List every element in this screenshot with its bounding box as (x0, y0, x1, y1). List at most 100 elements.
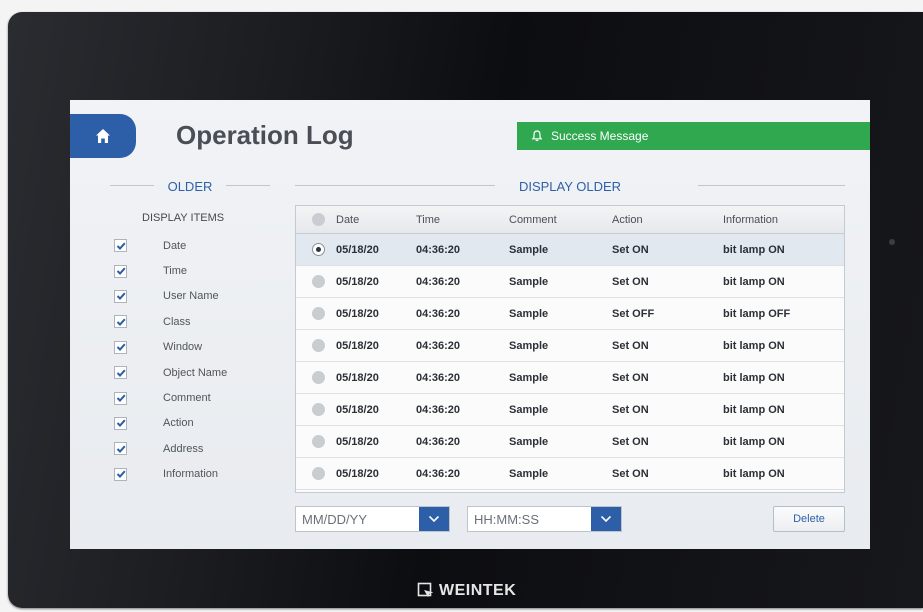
display-items-list: Date Time User Name Class Window Object … (114, 233, 304, 487)
brand-logo: WEINTEK (417, 579, 516, 603)
display-item-label: Object Name (163, 366, 228, 379)
checkbox-user-name[interactable] (114, 289, 127, 303)
display-item-label: Address (163, 442, 204, 455)
column-header-date: Date (336, 213, 360, 226)
display-item-class[interactable]: Class (114, 309, 304, 334)
check-icon (116, 267, 126, 276)
home-button[interactable] (70, 114, 136, 158)
time-filter-dropdown[interactable]: HH:MM:SS (467, 506, 622, 532)
checkbox-window[interactable] (114, 340, 127, 354)
cell-time: 04:36:20 (416, 339, 461, 352)
row-select-radio[interactable] (312, 371, 325, 384)
display-item-information[interactable]: Information (114, 462, 304, 487)
cell-action: Set ON (612, 403, 649, 416)
display-item-label: User Name (163, 290, 219, 303)
display-item-action[interactable]: Action (114, 411, 304, 436)
cell-time: 04:36:20 (416, 243, 461, 256)
cell-information: bit lamp ON (723, 403, 785, 416)
display-item-label: Time (163, 265, 188, 278)
delete-button[interactable]: Delete (773, 506, 845, 532)
row-select-radio[interactable] (312, 307, 325, 320)
table-row[interactable]: 05/18/20 04:36:20 Sample Set ON bit lamp… (296, 394, 844, 426)
camera-sensor (889, 239, 895, 245)
cell-action: Set ON (612, 435, 649, 448)
cell-action: Set ON (612, 339, 649, 352)
cell-time: 04:36:20 (416, 403, 461, 416)
display-item-window[interactable]: Window (114, 335, 304, 360)
checkbox-object-name[interactable] (114, 366, 127, 380)
display-item-label: Comment (163, 392, 211, 405)
checkbox-comment[interactable] (114, 391, 127, 405)
check-icon (116, 445, 126, 453)
success-message-text: Success Message (551, 129, 649, 143)
table-row[interactable]: 05/18/20 04:36:20 Sample Set OFF bit lam… (296, 298, 844, 330)
display-older-section-title: DISPLAY OLDER (295, 170, 845, 202)
display-item-label: Date (163, 239, 187, 252)
check-icon (116, 318, 126, 326)
date-filter-dropdown[interactable]: MM/DD/YY (295, 506, 450, 532)
chevron-down-icon (600, 515, 612, 523)
row-select-radio[interactable] (312, 467, 325, 480)
column-header-time: Time (416, 213, 441, 226)
chevron-down-icon (428, 515, 440, 523)
row-select-radio[interactable] (312, 339, 325, 352)
success-banner: Success Message (517, 122, 870, 150)
cell-action: Set ON (612, 243, 649, 256)
check-icon (116, 343, 126, 352)
table-header: Date Time Comment Action Information (296, 206, 844, 234)
cell-information: bit lamp ON (723, 467, 785, 480)
display-item-object-name[interactable]: Object Name (114, 360, 304, 385)
checkbox-information[interactable] (114, 467, 127, 481)
cell-comment: Sample (509, 307, 549, 320)
cell-date: 05/18/20 (336, 371, 379, 384)
cell-information: bit lamp ON (723, 339, 785, 352)
column-header-information: Information (723, 213, 779, 226)
display-item-address[interactable]: Address (114, 436, 304, 461)
cell-action: Set OFF (612, 307, 655, 320)
cell-action: Set ON (612, 467, 649, 480)
hmi-screen: Operation Log Success Message OLDER DISP… (70, 100, 870, 549)
brand-name: WEINTEK (439, 582, 517, 599)
check-icon (116, 394, 126, 402)
display-item-label: Window (163, 341, 203, 354)
cell-information: bit lamp ON (723, 243, 785, 256)
checkbox-time[interactable] (114, 264, 127, 278)
date-dropdown-toggle[interactable] (419, 507, 449, 531)
row-select-radio[interactable] (312, 435, 325, 448)
display-item-user-name[interactable]: User Name (114, 284, 304, 309)
checkbox-date[interactable] (114, 239, 127, 253)
display-older-section-label: DISPLAY OLDER (518, 178, 622, 194)
cell-time: 04:36:20 (416, 307, 461, 320)
row-select-radio[interactable] (312, 275, 325, 288)
check-icon (116, 470, 126, 479)
display-item-time[interactable]: Time (114, 258, 304, 283)
cell-date: 05/18/20 (336, 339, 379, 352)
table-row[interactable]: 05/18/20 04:36:20 Sample Set ON bit lamp… (296, 458, 844, 490)
header-radio-placeholder (312, 213, 325, 226)
older-section-title: OLDER (110, 170, 270, 202)
row-select-radio[interactable] (312, 403, 325, 416)
cell-comment: Sample (509, 403, 549, 416)
display-item-date[interactable]: Date (114, 233, 304, 258)
cell-time: 04:36:20 (416, 467, 461, 480)
checkbox-action[interactable] (114, 416, 127, 430)
cell-comment: Sample (509, 339, 549, 352)
cell-action: Set ON (612, 275, 649, 288)
cell-comment: Sample (509, 371, 549, 384)
row-select-radio[interactable] (312, 243, 325, 256)
cell-date: 05/18/20 (336, 275, 379, 288)
checkbox-address[interactable] (114, 442, 127, 456)
table-row[interactable]: 05/18/20 04:36:20 Sample Set ON bit lamp… (296, 330, 844, 362)
table-row[interactable]: 05/18/20 04:36:20 Sample Set ON bit lamp… (296, 234, 844, 266)
operation-log-table[interactable]: Date Time Comment Action Information 05/… (295, 205, 845, 493)
table-row[interactable]: 05/18/20 04:36:20 Sample Set ON bit lamp… (296, 362, 844, 394)
older-section-label: OLDER (167, 178, 213, 194)
cell-time: 04:36:20 (416, 275, 461, 288)
checkbox-class[interactable] (114, 315, 127, 329)
weintek-logo-icon (417, 582, 434, 597)
time-dropdown-toggle[interactable] (591, 507, 621, 531)
cell-comment: Sample (509, 275, 549, 288)
table-row[interactable]: 05/18/20 04:36:20 Sample Set ON bit lamp… (296, 426, 844, 458)
display-item-comment[interactable]: Comment (114, 385, 304, 410)
table-row[interactable]: 05/18/20 04:36:20 Sample Set ON bit lamp… (296, 266, 844, 298)
